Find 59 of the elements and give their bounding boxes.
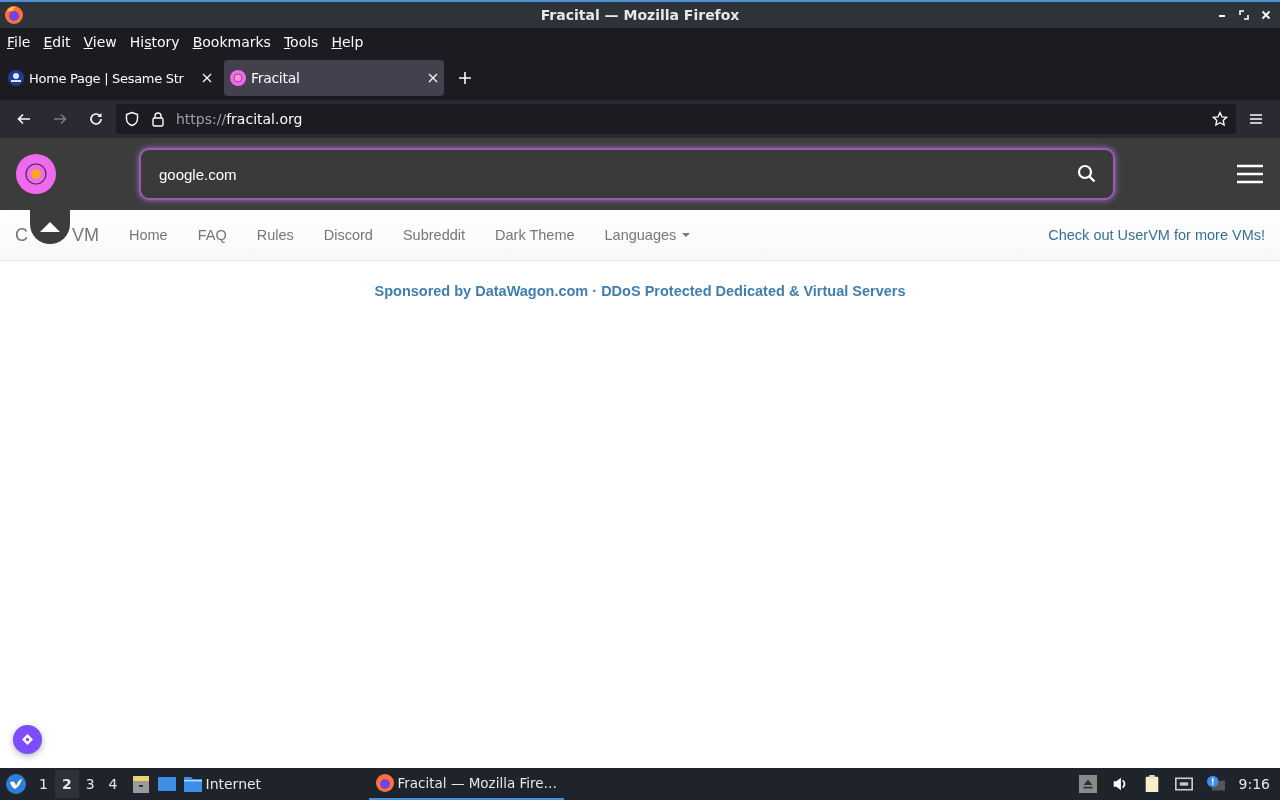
new-tab-icon[interactable] [458, 71, 472, 85]
window-icon[interactable] [156, 774, 177, 794]
tab-label: Home Page | Sesame Str [29, 70, 185, 86]
lock-icon[interactable] [150, 111, 166, 127]
floating-button[interactable] [13, 725, 42, 754]
search-field[interactable]: google.com [139, 148, 1115, 200]
menu-item[interactable]: Bookmarks [192, 34, 271, 50]
nav-link[interactable]: Discord [308, 227, 388, 243]
nav-link[interactable]: FAQ [182, 227, 242, 243]
notification-icon[interactable] [1206, 775, 1225, 793]
search-icon[interactable] [1077, 164, 1097, 184]
close-icon[interactable] [1260, 9, 1272, 21]
tv-logo-icon [8, 70, 24, 86]
caret-icon [40, 222, 60, 232]
menu-icon[interactable] [1237, 164, 1263, 184]
uservm-link[interactable]: Check out UserVM for more VMs! [1048, 227, 1265, 243]
menu-item[interactable]: Edit [43, 34, 71, 50]
workspace-button[interactable]: 4 [101, 770, 125, 798]
circle-logo-icon [230, 70, 246, 86]
workspace-button[interactable]: 3 [78, 770, 102, 798]
browser-tab[interactable]: Fracital [224, 60, 444, 96]
workspace-button[interactable]: 1 [32, 770, 55, 798]
brand-text: C [15, 224, 28, 246]
firefox-icon [4, 5, 24, 25]
nav-link[interactable]: Home [114, 227, 183, 243]
shield-icon[interactable] [124, 111, 140, 127]
diamond-icon [22, 734, 33, 745]
menu-item[interactable]: History [129, 34, 180, 50]
tab-label: Fracital [251, 70, 301, 86]
collapse-button[interactable] [30, 210, 70, 244]
nav-link[interactable]: Dark Theme [480, 227, 590, 243]
url-text: https://fracital.org [176, 111, 303, 127]
menu-item[interactable]: Tools [283, 34, 319, 50]
window-title: Fracital — Mozilla Firefox [540, 7, 740, 23]
eject-icon[interactable] [1078, 775, 1097, 793]
star-icon[interactable] [1212, 111, 1228, 127]
close-icon[interactable] [202, 73, 212, 83]
browser-tab[interactable]: Home Page | Sesame Str [2, 60, 218, 96]
languages-dropdown[interactable]: Languages [589, 227, 706, 243]
menu-item[interactable]: Help [331, 34, 364, 50]
workspace-button[interactable]: 2 [54, 770, 79, 798]
firefox-icon [374, 773, 395, 793]
close-icon[interactable] [428, 73, 438, 83]
taskbar-task[interactable]: Fracital — Mozilla Fire… [368, 768, 564, 800]
logo-icon[interactable] [16, 154, 56, 194]
menu-item[interactable]: View [83, 34, 117, 50]
brand-text: VM [72, 224, 99, 246]
folder-icon [182, 774, 203, 794]
nav-link[interactable]: Subreddit [387, 227, 480, 243]
address-bar[interactable]: https://fracital.org [116, 104, 1236, 134]
clock: 9:16 [1238, 776, 1270, 792]
menu-item[interactable]: File [7, 34, 31, 50]
maximize-icon[interactable] [1238, 9, 1250, 21]
network-icon[interactable] [1174, 775, 1193, 793]
sponsor-link[interactable]: Sponsored by DataWagon.com · DDoS Protected Dedicated & Virtual Servers [374, 283, 906, 299]
caret-icon [682, 233, 691, 237]
nav-link[interactable]: Rules [241, 227, 309, 243]
folder-launcher[interactable]: Internet [182, 774, 363, 794]
file-cabinet-icon[interactable] [130, 774, 151, 794]
